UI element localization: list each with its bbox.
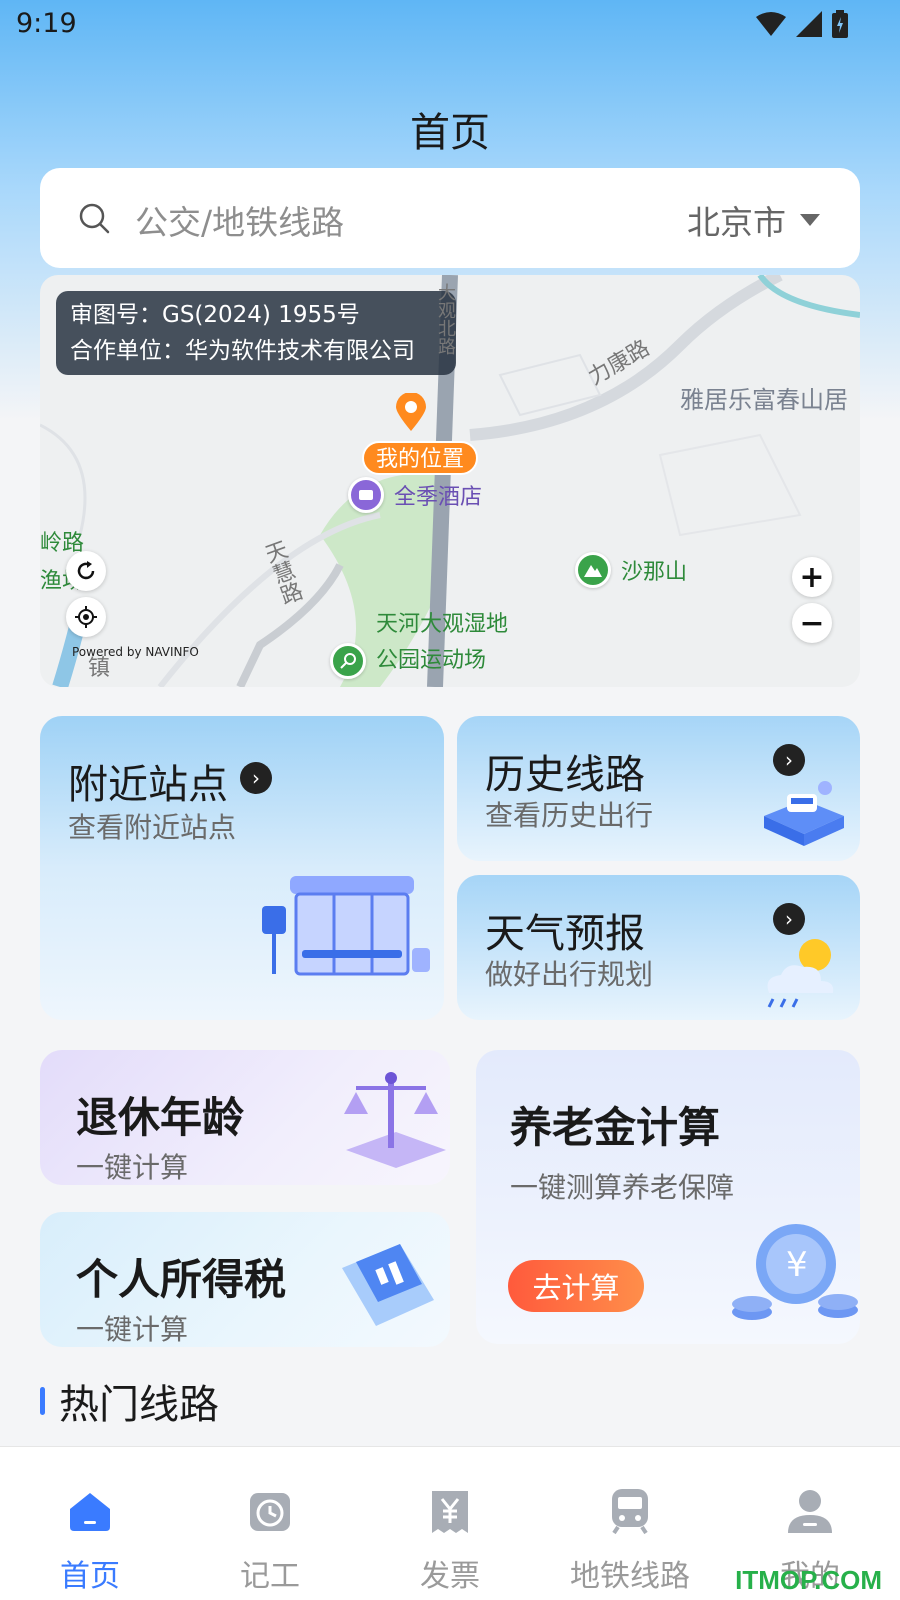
retirement-age-card[interactable]: 退休年龄 一键计算 xyxy=(40,1050,450,1185)
map-license-line1: 审图号：GS(2024) 1955号 xyxy=(70,302,360,328)
home-icon xyxy=(70,1493,110,1531)
city-select-label: 北京市 xyxy=(687,203,786,242)
nav-worklog-label: 记工 xyxy=(240,1559,300,1594)
nearby-stations-title: 附近站点 xyxy=(68,762,228,808)
clock-icon xyxy=(250,1493,290,1531)
locate-icon xyxy=(75,606,97,628)
map-license-line2: 合作单位：华为软件技术有限公司 xyxy=(70,338,415,364)
search-input[interactable]: 公交/地铁线路 xyxy=(135,196,344,244)
poi-mountain-label: 沙那山 xyxy=(621,560,688,585)
status-icons xyxy=(756,10,848,38)
status-bar: 9:19 xyxy=(0,0,900,50)
map-attribution: Powered by NAVINFO xyxy=(72,645,199,659)
user-icon xyxy=(788,1490,832,1533)
svg-text:¥: ¥ xyxy=(786,1245,808,1285)
weather-card[interactable]: 天气预报 做好出行规划 › xyxy=(457,875,860,1020)
signal-icon xyxy=(796,11,822,37)
pension-title: 养老金计算 xyxy=(510,1103,721,1152)
weather-subtitle: 做好出行规划 xyxy=(485,958,654,991)
train-platform-icon xyxy=(764,781,844,846)
nav-worklog[interactable]: 记工 xyxy=(180,1487,360,1595)
receipt-icon xyxy=(342,1244,434,1326)
nav-subway-label: 地铁线路 xyxy=(570,1559,690,1594)
weather-icon xyxy=(767,939,834,1008)
city-select[interactable]: 北京市 xyxy=(687,196,820,244)
hot-routes-header: 热门线路 xyxy=(40,1372,219,1430)
status-time: 9:19 xyxy=(16,8,77,39)
sport-icon xyxy=(330,643,366,679)
map-license-notice: 审图号：GS(2024) 1955号 合作单位：华为软件技术有限公司 xyxy=(56,291,456,375)
hot-routes-title: 热门线路 xyxy=(59,1382,219,1428)
my-location-label: 我的位置 xyxy=(362,441,479,475)
chevron-right-icon: › xyxy=(773,744,805,776)
map-view[interactable]: 审图号：GS(2024) 1955号 合作单位：华为软件技术有限公司 力康路 雅… xyxy=(40,275,860,687)
income-tax-subtitle: 一键计算 xyxy=(76,1313,189,1346)
location-pin-icon xyxy=(396,393,426,431)
poi-wetland-line1: 天河大观湿地 xyxy=(376,612,509,637)
mountain-icon xyxy=(575,552,611,588)
locate-button[interactable] xyxy=(66,597,106,637)
page-title: 首页 xyxy=(410,110,490,156)
watermark: ITMOP.COM xyxy=(735,1565,882,1595)
nav-invoice-label: 发票 xyxy=(420,1559,480,1594)
search-bar[interactable]: 公交/地铁线路 北京市 xyxy=(40,168,860,268)
retirement-age-subtitle: 一键计算 xyxy=(76,1151,189,1184)
history-routes-subtitle: 查看历史出行 xyxy=(485,799,654,832)
nearby-stations-subtitle: 查看附近站点 xyxy=(68,811,237,844)
search-icon xyxy=(79,203,110,234)
nav-invoice[interactable]: 发票 xyxy=(360,1487,540,1595)
pension-card[interactable]: 养老金计算 一键测算养老保障 去计算 ¥ xyxy=(476,1050,860,1344)
income-tax-card[interactable]: 个人所得税 一键计算 xyxy=(40,1212,450,1347)
refresh-icon xyxy=(77,561,95,580)
poi-hotel[interactable]: 全季酒店 xyxy=(348,477,482,513)
nearby-stations-card[interactable]: 附近站点 › 查看附近站点 xyxy=(40,716,444,1020)
section-accent-bar xyxy=(40,1387,45,1415)
nav-subway[interactable]: 地铁线路 xyxy=(540,1487,720,1595)
poi-wetland-line2: 公园运动场 xyxy=(376,648,487,673)
coin-icon: ¥ xyxy=(732,1224,858,1320)
hotel-icon xyxy=(348,477,384,513)
calculate-button[interactable]: 去计算 xyxy=(508,1260,644,1312)
poi-mountain[interactable]: 沙那山 xyxy=(575,552,687,588)
nav-home[interactable]: 首页 xyxy=(0,1487,180,1595)
pension-subtitle: 一键测算养老保障 xyxy=(510,1171,735,1204)
invoice-icon xyxy=(432,1491,468,1533)
scale-icon xyxy=(344,1072,446,1168)
wifi-icon xyxy=(756,12,786,36)
weather-title: 天气预报 xyxy=(485,911,645,957)
map-label-road: 大观北路 xyxy=(435,283,456,355)
refresh-button[interactable] xyxy=(66,551,106,591)
battery-icon xyxy=(832,10,848,38)
chevron-down-icon xyxy=(800,214,820,226)
zoom-in-button[interactable]: + xyxy=(792,557,832,597)
poi-hotel-label: 全季酒店 xyxy=(394,485,483,510)
poi-wetland-text: 天河大观湿地 公园运动场 xyxy=(376,607,508,679)
history-routes-title: 历史线路 xyxy=(485,752,645,798)
poi-wetland[interactable]: 天河大观湿地 公园运动场 xyxy=(330,607,508,679)
history-routes-card[interactable]: 历史线路 查看历史出行 › xyxy=(457,716,860,861)
zoom-out-button[interactable]: − xyxy=(792,603,832,643)
map-label-residence: 雅居乐富春山居 xyxy=(680,386,848,414)
chevron-right-icon: › xyxy=(240,762,272,794)
bus-stop-icon xyxy=(262,876,430,976)
income-tax-title: 个人所得税 xyxy=(76,1255,287,1304)
nav-home-label: 首页 xyxy=(60,1559,120,1594)
retirement-age-title: 退休年龄 xyxy=(76,1093,245,1142)
subway-icon xyxy=(612,1489,648,1535)
